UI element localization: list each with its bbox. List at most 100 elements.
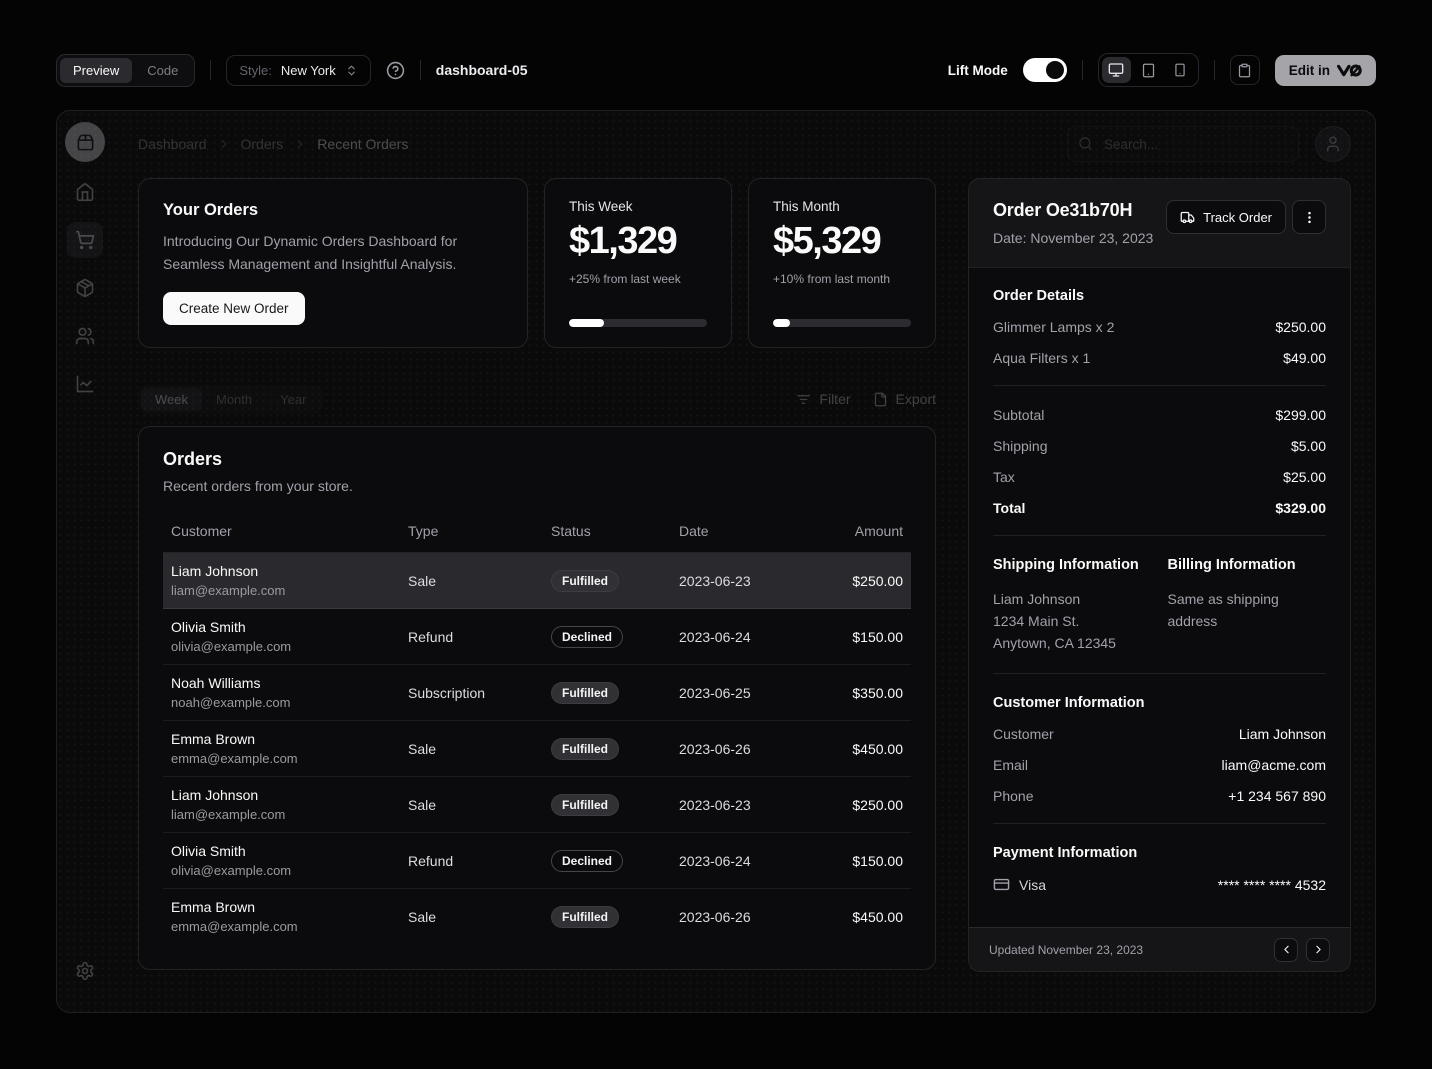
- sidebar-item-customers[interactable]: [67, 318, 103, 354]
- week-progress-bar: [569, 319, 707, 327]
- help-circle-icon: [386, 61, 405, 80]
- customer-name: Olivia Smith: [171, 843, 392, 859]
- table-row[interactable]: Emma Brownemma@example.com Sale Fulfille…: [163, 721, 911, 777]
- tab-year[interactable]: Year: [266, 388, 320, 411]
- style-select[interactable]: Style: New York: [226, 55, 370, 86]
- chevron-right-icon: [293, 137, 307, 151]
- billing-heading: Billing Information: [1168, 557, 1327, 573]
- create-new-order-button[interactable]: Create New Order: [163, 292, 305, 325]
- code-tab[interactable]: Code: [134, 58, 191, 83]
- table-row[interactable]: Liam Johnsonliam@example.com Sale Fulfil…: [163, 777, 911, 833]
- customer-row-value: liam@acme.com: [1222, 757, 1326, 773]
- this-month-card: This Month $5,329 +10% from last month: [748, 178, 936, 348]
- separator: [993, 535, 1326, 536]
- table-row[interactable]: Liam Johnsonliam@example.com Sale Fulfil…: [163, 553, 911, 609]
- file-icon: [873, 392, 888, 407]
- stat-value: $1,329: [569, 220, 707, 263]
- shipping-line: 1234 Main St.: [993, 610, 1152, 632]
- tab-month[interactable]: Month: [202, 388, 266, 411]
- divider: [210, 60, 211, 80]
- customer-name: Emma Brown: [171, 731, 392, 747]
- customer-email: emma@example.com: [171, 919, 392, 934]
- tab-week[interactable]: Week: [141, 388, 202, 411]
- clipboard-icon: [1237, 63, 1252, 78]
- previous-order-button[interactable]: [1274, 938, 1298, 962]
- preview-tab[interactable]: Preview: [60, 58, 132, 83]
- stat-value: $5,329: [773, 220, 911, 263]
- billing-note: Same as shipping address: [1168, 588, 1298, 632]
- summary-value: $25.00: [1283, 469, 1326, 485]
- filter-lines-icon: [796, 392, 811, 407]
- package-logo-icon: [76, 133, 95, 152]
- dashboard-preview-frame: Dashboard Orders Recent Orders Your Orde…: [56, 110, 1376, 1013]
- order-panel-header: Order Oe31b70H Date: November 23, 2023 T…: [969, 179, 1350, 268]
- credit-card-icon: [993, 876, 1010, 893]
- summary-row: Shipping $5.00: [993, 438, 1326, 454]
- sidebar-item-orders[interactable]: [67, 222, 103, 258]
- shipping-line: Anytown, CA 12345: [993, 632, 1152, 654]
- period-tabs: Week Month Year: [138, 385, 323, 414]
- summary-cards: Your Orders Introducing Our Dynamic Orde…: [138, 178, 936, 348]
- order-amount: $450.00: [804, 731, 911, 767]
- customer-row-label: Email: [993, 757, 1028, 773]
- status-badge: Fulfilled: [551, 738, 619, 760]
- breadcrumb-orders[interactable]: Orders: [241, 136, 284, 152]
- updated-label: Updated November 23, 2023: [989, 943, 1143, 957]
- order-amount: $350.00: [804, 675, 911, 711]
- tablet-view-button[interactable]: [1134, 57, 1163, 83]
- customer-name: Noah Williams: [171, 675, 392, 691]
- breadcrumb-recent-orders: Recent Orders: [317, 136, 408, 152]
- period-tabs-row: Week Month Year Filter Export: [138, 384, 936, 414]
- order-date: 2023-06-23: [671, 563, 804, 599]
- user-avatar[interactable]: [1315, 126, 1351, 162]
- store-logo[interactable]: [65, 122, 105, 162]
- help-button[interactable]: [386, 61, 405, 80]
- table-row[interactable]: Olivia Smitholivia@example.com Refund De…: [163, 609, 911, 665]
- search-input[interactable]: [1067, 126, 1299, 162]
- orders-table: Customer Type Status Date Amount Liam Jo…: [163, 514, 911, 944]
- desktop-view-button[interactable]: [1102, 57, 1131, 83]
- line-item: Glimmer Lamps x 2 $250.00: [993, 319, 1326, 335]
- orders-table-card: Orders Recent orders from your store. Cu…: [138, 426, 936, 970]
- summary-row: Subtotal $299.00: [993, 407, 1326, 423]
- copy-code-button[interactable]: [1230, 55, 1260, 85]
- track-order-button[interactable]: Track Order: [1166, 200, 1286, 234]
- smartphone-view-button[interactable]: [1166, 57, 1195, 83]
- divider: [420, 60, 421, 80]
- filter-button[interactable]: Filter: [796, 391, 850, 407]
- export-button[interactable]: Export: [873, 391, 936, 407]
- table-row[interactable]: Olivia Smitholivia@example.com Refund De…: [163, 833, 911, 889]
- next-order-button[interactable]: [1306, 938, 1330, 962]
- card-number: **** **** **** 4532: [1218, 877, 1326, 893]
- track-order-label: Track Order: [1203, 210, 1272, 225]
- customer-row-label: Customer: [993, 726, 1054, 742]
- v0-logo-icon: [1337, 64, 1362, 77]
- summary-row: Tax $25.00: [993, 469, 1326, 485]
- payment-info-heading: Payment Information: [993, 845, 1326, 861]
- order-details-heading: Order Details: [993, 288, 1326, 304]
- customer-name: Liam Johnson: [171, 563, 392, 579]
- table-row[interactable]: Noah Williamsnoah@example.com Subscripti…: [163, 665, 911, 721]
- order-type: Sale: [400, 899, 543, 935]
- payment-row: Visa **** **** **** 4532: [993, 876, 1326, 893]
- order-more-menu-button[interactable]: [1292, 200, 1326, 234]
- order-date-label: Date: November 23, 2023: [993, 230, 1153, 246]
- item-value: $49.00: [1283, 350, 1326, 366]
- breadcrumb-dashboard[interactable]: Dashboard: [138, 136, 207, 152]
- edit-in-v0-button[interactable]: Edit in: [1275, 55, 1376, 86]
- table-row[interactable]: Emma Brownemma@example.com Sale Fulfille…: [163, 889, 911, 944]
- stat-delta: +25% from last week: [569, 272, 707, 286]
- sidebar-item-home[interactable]: [67, 174, 103, 210]
- chevrons-up-down-icon: [345, 64, 358, 77]
- sidebar-item-products[interactable]: [67, 270, 103, 306]
- order-type: Subscription: [400, 675, 543, 711]
- device-size-group: [1098, 53, 1199, 87]
- sidebar: [57, 111, 114, 1012]
- search-icon: [1078, 136, 1093, 151]
- view-mode-segmented-control: Preview Code: [56, 54, 195, 87]
- sidebar-item-settings[interactable]: [67, 953, 103, 989]
- breadcrumb: Dashboard Orders Recent Orders: [138, 136, 408, 152]
- sidebar-item-analytics[interactable]: [67, 366, 103, 402]
- lift-mode-toggle[interactable]: [1023, 58, 1067, 82]
- order-type: Refund: [400, 843, 543, 879]
